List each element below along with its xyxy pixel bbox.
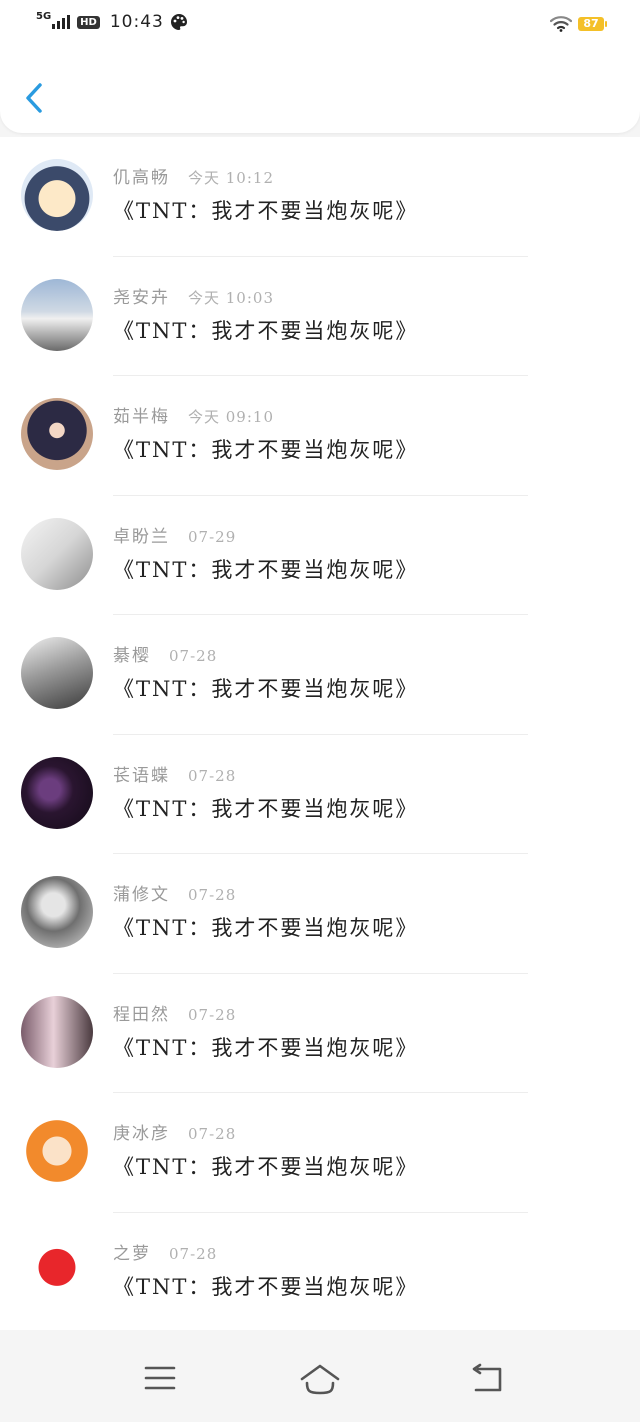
- message-time: 07-28: [188, 766, 237, 785]
- message-text: 《TNT：我才不要当炮灰呢》: [113, 796, 419, 821]
- message-time: 今天 10:12: [188, 169, 274, 187]
- sender-name: 綦樱: [113, 646, 151, 666]
- avatar[interactable]: [21, 1115, 93, 1187]
- menu-icon: [144, 1366, 176, 1390]
- message-text: 《TNT：我才不要当炮灰呢》: [113, 1035, 419, 1060]
- network-type: 5G: [36, 10, 52, 22]
- message-meta: 程田然 07-28: [113, 1000, 236, 1025]
- avatar[interactable]: [21, 1234, 93, 1307]
- message-row[interactable]: 綦樱 07-28 《TNT：我才不要当炮灰呢》: [0, 615, 640, 735]
- avatar[interactable]: [21, 159, 93, 231]
- message-meta: 苌语蝶 07-28: [113, 761, 236, 786]
- menu-button[interactable]: [138, 1358, 182, 1398]
- message-row[interactable]: 茹半梅 今天 09:10 《TNT：我才不要当炮灰呢》: [0, 376, 640, 496]
- message-time: 07-28: [188, 1125, 237, 1143]
- sender-name: 蒲修文: [113, 885, 170, 905]
- message-text: 《TNT：我才不要当炮灰呢》: [113, 438, 419, 462]
- message-row[interactable]: 程田然 07-28 《TNT：我才不要当炮灰呢》: [0, 974, 640, 1093]
- sender-name: 卓盼兰: [113, 526, 170, 547]
- sender-name: 之萝: [113, 1243, 151, 1264]
- message-meta: 蒲修文 07-28: [113, 880, 236, 905]
- message-meta: 茹半梅 今天 09:10: [113, 402, 274, 427]
- message-text: 《TNT：我才不要当炮灰呢》: [113, 1155, 419, 1179]
- message-row[interactable]: 尧安卉 今天 10:03 《TNT：我才不要当炮灰呢》: [0, 257, 640, 376]
- message-time: 07-28: [169, 1244, 218, 1263]
- back-arrow-icon: [472, 1363, 502, 1392]
- palette-icon: [170, 13, 187, 31]
- message-meta: 之萝 07-28: [113, 1239, 217, 1264]
- message-time: 今天 10:03: [188, 288, 274, 307]
- message-meta: 綦樱 07-28: [113, 641, 217, 666]
- message-text: 《TNT：我才不要当炮灰呢》: [113, 557, 419, 582]
- message-row[interactable]: 苌语蝶 07-28 《TNT：我才不要当炮灰呢》: [0, 735, 640, 854]
- sender-name: 程田然: [113, 1004, 170, 1025]
- message-text: 《TNT：我才不要当炮灰呢》: [113, 318, 419, 343]
- message-time: 07-28: [188, 886, 237, 904]
- message-time: 今天 09:10: [188, 408, 274, 426]
- status-right: 87: [550, 16, 607, 32]
- sender-name: 苌语蝶: [113, 765, 170, 786]
- message-meta: 卓盼兰 07-29: [113, 522, 236, 547]
- avatar[interactable]: [21, 876, 93, 948]
- signal-icon: [52, 15, 71, 29]
- message-list: 仉高畅 今天 10:12 《TNT：我才不要当炮灰呢》 尧安卉 今天 10:03 《TNT…: [0, 137, 640, 1330]
- status-bar: 5G HD 10:43 87: [0, 0, 640, 50]
- top-bar: 5G HD 10:43 87: [0, 0, 640, 133]
- home-button[interactable]: [298, 1358, 342, 1398]
- message-text: 《TNT：我才不要当炮灰呢》: [113, 1274, 419, 1299]
- battery-indicator: 87: [578, 17, 607, 31]
- sender-name: 庚冰彦: [113, 1124, 170, 1144]
- home-icon: [300, 1364, 340, 1395]
- sender-name: 茹半梅: [113, 407, 170, 427]
- message-row[interactable]: 蒲修文 07-28 《TNT：我才不要当炮灰呢》: [0, 854, 640, 974]
- avatar[interactable]: [21, 278, 93, 351]
- message-meta: 仉高畅 今天 10:12: [113, 163, 274, 188]
- message-row[interactable]: 之萝 07-28 《TNT：我才不要当炮灰呢》: [0, 1213, 640, 1333]
- avatar[interactable]: [21, 995, 93, 1068]
- hd-badge: HD: [77, 15, 100, 29]
- back-button[interactable]: [16, 78, 56, 118]
- message-time: 07-28: [188, 1005, 237, 1024]
- message-row[interactable]: 仉高畅 今天 10:12 《TNT：我才不要当炮灰呢》: [0, 137, 640, 257]
- message-row[interactable]: 卓盼兰 07-29 《TNT：我才不要当炮灰呢》: [0, 496, 640, 615]
- avatar[interactable]: [21, 637, 93, 709]
- message-text: 《TNT：我才不要当炮灰呢》: [113, 916, 419, 940]
- status-left: 5G HD 10:43: [36, 10, 188, 32]
- message-text: 《TNT：我才不要当炮灰呢》: [113, 677, 419, 701]
- avatar[interactable]: [21, 517, 93, 590]
- wifi-icon: [550, 16, 572, 32]
- chevron-left-icon: [26, 83, 42, 113]
- message-text: 《TNT：我才不要当炮灰呢》: [113, 199, 419, 223]
- status-time: 10:43: [109, 12, 164, 32]
- message-time: 07-29: [188, 527, 237, 546]
- message-row[interactable]: 庚冰彦 07-28 《TNT：我才不要当炮灰呢》: [0, 1093, 640, 1213]
- avatar[interactable]: [21, 398, 93, 470]
- sender-name: 仉高畅: [113, 168, 170, 188]
- avatar[interactable]: [21, 756, 93, 829]
- back-nav-button[interactable]: [466, 1358, 510, 1398]
- message-time: 07-28: [169, 647, 218, 665]
- message-meta: 尧安卉 今天 10:03: [113, 283, 274, 308]
- message-meta: 庚冰彦 07-28: [113, 1119, 236, 1144]
- system-nav-bar: [0, 1330, 640, 1422]
- sender-name: 尧安卉: [113, 287, 170, 308]
